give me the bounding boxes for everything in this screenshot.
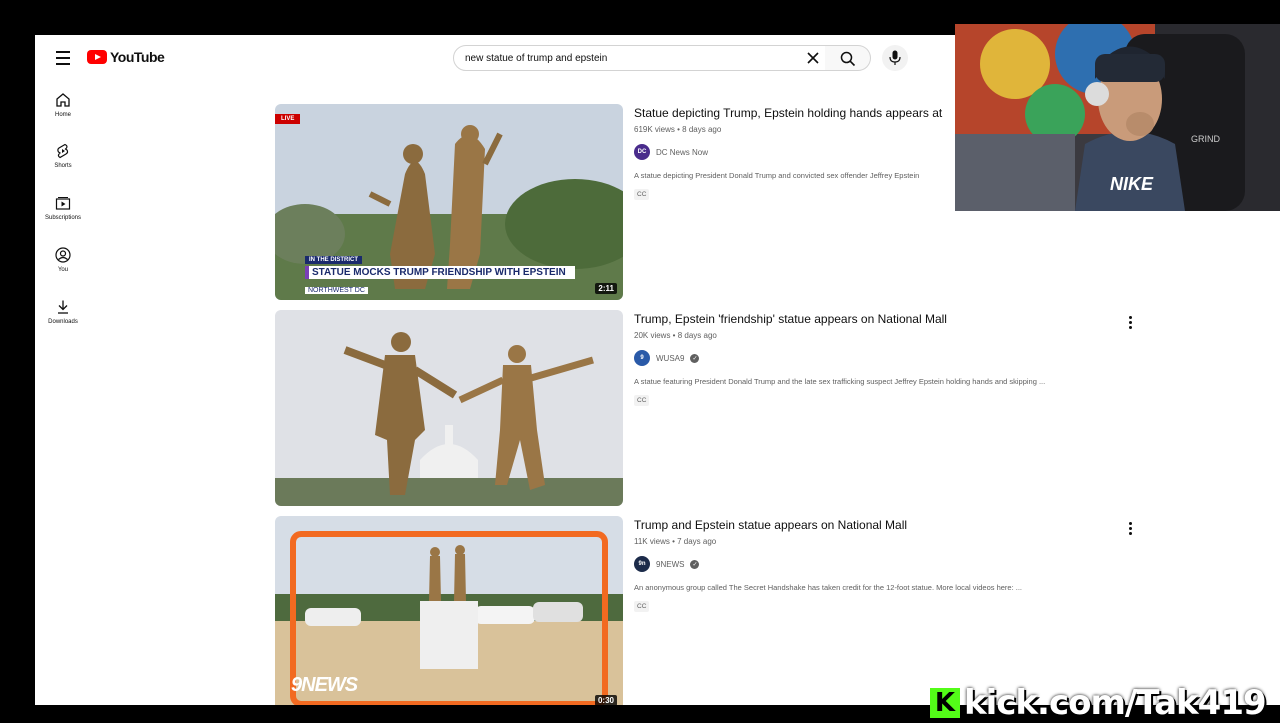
video-title[interactable]: Trump, Epstein 'friendship' statue appea… [634,312,1134,326]
verified-icon: ✓ [690,559,700,569]
video-result: 9NEWS 0:30 Trump and Epstein statue appe… [275,516,1155,705]
voice-search-button[interactable] [882,45,908,71]
video-duration: 0:30 [594,695,617,705]
banner-sub: NORTHWEST DC [305,287,368,294]
channel-avatar: DC [634,144,650,160]
verified-icon: ✓ [690,353,700,363]
sidebar-item-you[interactable]: You [35,247,91,273]
sidebar-item-label: Home [54,112,71,118]
video-description: A statue featuring President Donald Trum… [634,377,1046,386]
cc-badge: CC [634,189,650,200]
video-meta: 11K views • 7 days ago [634,537,717,546]
sidebar-item-subscriptions[interactable]: Subscriptions [35,195,91,221]
youtube-play-icon [87,50,107,64]
sidebar-item-label: You [57,267,69,273]
shorts-icon [57,143,69,159]
cc-badge: CC [634,601,650,612]
sidebar-item-downloads[interactable]: Downloads [35,299,91,325]
channel-link[interactable]: 9n 9NEWS ✓ [634,556,1134,572]
live-badge: LIVE [275,114,301,124]
webcam-wall-text: GRIND [1191,134,1220,144]
channel-name: DC News Now [656,147,709,157]
subscriptions-icon [55,197,71,210]
cc-badge: CC [634,395,650,406]
webcam-overlay: NIKE GRIND [955,24,1280,211]
channel-name: WUSA9 [656,353,685,363]
clear-search-icon[interactable] [806,51,820,65]
9news-logo: 9NEWS [291,674,358,696]
video-description: An anonymous group called The Secret Han… [634,583,1023,592]
webcam-shirt-text: NIKE [1110,174,1154,194]
sidebar-item-label: Downloads [48,319,78,325]
channel-link[interactable]: 9 WUSA9 ✓ [634,350,1134,366]
video-info: Trump and Epstein statue appears on Nati… [634,516,1134,613]
search-input[interactable]: new statue of trump and epstein [453,45,826,71]
news-banner: IN THE DISTRICT STATUE MOCKS TRUMP FRIEN… [305,248,575,297]
thumbnail-image [275,310,623,506]
menu-icon[interactable] [53,51,73,65]
video-thumbnail[interactable]: LIVE IN THE DISTRICT STATUE MOCKS TRUMP … [275,104,623,300]
sidebar-item-label: Shorts [54,163,72,169]
banner-tag: IN THE DISTRICT [305,256,362,264]
video-result: Trump, Epstein 'friendship' statue appea… [275,310,1155,506]
video-thumbnail[interactable]: 9NEWS 0:30 [275,516,623,705]
channel-avatar: 9 [634,350,650,366]
microphone-icon [889,50,901,65]
search-query: new statue of trump and epstein [465,52,608,64]
you-icon [55,247,71,263]
downloads-icon [58,300,68,314]
sidebar-item-home[interactable]: Home [35,92,91,118]
sidebar-item-shorts[interactable]: Shorts [35,143,91,169]
sidebar-item-label: Subscriptions [44,215,82,221]
kick-logo-icon: K [930,688,960,718]
more-options-icon[interactable] [1129,316,1133,330]
channel-avatar: 9n [634,556,650,572]
video-meta: 20K views • 8 days ago [634,331,717,340]
search-icon [840,51,856,67]
home-icon [56,93,70,107]
kick-channel-url: kick.com/Tak419 [964,683,1267,723]
video-duration: 2:11 [595,283,617,294]
more-options-icon[interactable] [1129,522,1133,536]
kick-stream-banner: K kick.com/Tak419 [930,683,1267,723]
video-thumbnail[interactable] [275,310,623,506]
video-description: A statue depicting President Donald Trum… [634,171,920,180]
youtube-logo[interactable]: YouTube [87,49,165,65]
channel-name: 9NEWS [656,559,685,569]
video-title[interactable]: Trump and Epstein statue appears on Nati… [634,518,1134,532]
search-button[interactable] [825,45,871,71]
video-info: Trump, Epstein 'friendship' statue appea… [634,310,1134,407]
banner-headline: STATUE MOCKS TRUMP FRIENDSHIP WITH EPSTE… [305,266,575,279]
